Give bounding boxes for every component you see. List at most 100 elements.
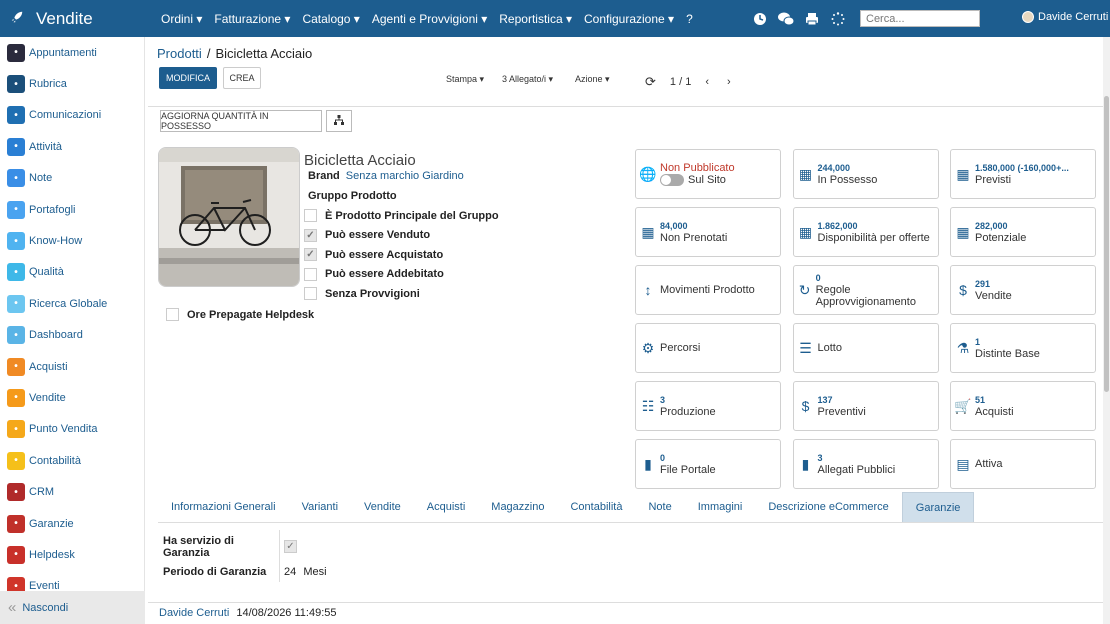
- user-menu[interactable]: Davide Cerruti: [1022, 11, 1108, 23]
- sidebar-item[interactable]: • Contabilità: [0, 445, 144, 476]
- sidebar-item[interactable]: • Rubrica: [0, 68, 144, 99]
- sidebar-item[interactable]: • Helpdesk: [0, 539, 144, 570]
- product-tree-button[interactable]: [326, 110, 352, 132]
- tab[interactable]: Immagini: [685, 492, 756, 522]
- sidebar-item[interactable]: • Attività: [0, 131, 144, 162]
- sidebar-item[interactable]: • Garanzie: [0, 508, 144, 539]
- sidebar-item[interactable]: • Comunicazioni: [0, 100, 144, 131]
- product-checkbox-row[interactable]: ✓ Può essere Venduto: [304, 228, 430, 242]
- smart-button[interactable]: ▮ 3 Allegati Pubblici: [792, 439, 939, 489]
- smart-button[interactable]: ▦ 244,000 In Possesso: [792, 149, 939, 199]
- smart-button[interactable]: $291 Vendite: [950, 265, 1096, 315]
- product-checkbox[interactable]: [304, 267, 317, 281]
- update-quantity-button[interactable]: AGGIORNA QUANTITÀ IN POSSESSO: [160, 110, 322, 132]
- sidebar-item[interactable]: • Vendite: [0, 382, 144, 413]
- smart-button[interactable]: $137 Preventivi: [792, 381, 939, 431]
- product-checkbox[interactable]: [304, 209, 317, 222]
- footer-user[interactable]: Davide Cerruti: [159, 607, 229, 619]
- sidebar-item-label: Portafogli: [29, 203, 76, 216]
- helpdesk-checkbox-row[interactable]: Ore Prepagate Helpdesk: [166, 308, 314, 321]
- smart-button[interactable]: ↕ Movimenti Prodotto: [635, 265, 781, 315]
- tab[interactable]: Garanzie: [901, 492, 975, 522]
- menu-fatturazione[interactable]: Fatturazione ▾: [214, 12, 290, 26]
- tab[interactable]: Vendite: [351, 492, 414, 522]
- warranty-period-value: 24: [284, 566, 297, 578]
- menu-reportistica[interactable]: Reportistica ▾: [499, 12, 572, 26]
- product-checkbox-row[interactable]: ✓ Può essere Acquistato: [304, 248, 443, 262]
- tab[interactable]: Note: [635, 492, 684, 522]
- smart-button[interactable]: ▦ 1.862,000 Disponibilità per offerte: [792, 207, 939, 257]
- product-checkbox[interactable]: ✓: [304, 228, 317, 242]
- smart-button[interactable]: ▦ 282,000 Potenziale: [950, 207, 1096, 257]
- smart-button[interactable]: ▮ 0 File Portale: [635, 439, 781, 489]
- tab[interactable]: Informazioni Generali: [158, 492, 289, 522]
- menu-configurazione[interactable]: Configurazione ▾: [584, 12, 674, 26]
- smart-button[interactable]: 🌐 Non Pubblicato Sul Sito: [635, 149, 781, 199]
- chevron-left-icon[interactable]: ‹: [705, 76, 709, 88]
- tab[interactable]: Varianti: [289, 492, 351, 522]
- clock-icon[interactable]: [752, 11, 768, 27]
- product-image[interactable]: [158, 147, 300, 287]
- sidebar-item[interactable]: • Note: [0, 163, 144, 194]
- menu-agenti-provvigioni[interactable]: Agenti e Provvigioni ▾: [372, 12, 487, 26]
- app-brand[interactable]: Vendite: [0, 9, 145, 29]
- smart-button[interactable]: 🛒 51 Acquisti: [950, 381, 1096, 431]
- sidebar-item-label: Ricerca Globale: [29, 297, 108, 310]
- smart-button-label: Vendite: [975, 290, 1012, 302]
- breadcrumb-parent[interactable]: Prodotti: [157, 46, 202, 61]
- sidebar-item[interactable]: • Acquisti: [0, 351, 144, 382]
- sidebar-item[interactable]: • CRM: [0, 476, 144, 507]
- refresh-icon[interactable]: ⟳: [645, 74, 656, 90]
- helpdesk-checkbox[interactable]: [166, 308, 179, 321]
- product-checkbox[interactable]: ✓: [304, 248, 317, 262]
- sidebar-item[interactable]: • Punto Vendita: [0, 414, 144, 445]
- product-checkbox-row[interactable]: Può essere Addebitato: [304, 267, 444, 281]
- smart-button[interactable]: ▤ Attiva: [950, 439, 1096, 489]
- menu-ordini[interactable]: Ordini ▾: [161, 12, 202, 26]
- dollar-icon: $: [959, 282, 967, 298]
- sidebar-item-label: Garanzie: [29, 517, 74, 530]
- edit-button[interactable]: MODIFICA: [159, 67, 217, 89]
- sidebar-item[interactable]: • Know-How: [0, 225, 144, 256]
- hide-sidebar-button[interactable]: « Nascondi: [0, 591, 145, 624]
- smart-button[interactable]: ☷ 3 Produzione: [635, 381, 781, 431]
- product-checkbox[interactable]: [304, 287, 317, 301]
- menu-help[interactable]: ?: [686, 12, 693, 26]
- smart-button[interactable]: ▦ 84,000 Non Prenotati: [635, 207, 781, 257]
- sidebar-item[interactable]: • Dashboard: [0, 320, 144, 351]
- sidebar-item[interactable]: • Ricerca Globale: [0, 288, 144, 319]
- search-input[interactable]: [860, 10, 980, 27]
- product-checkbox-row[interactable]: Senza Provvigioni: [304, 287, 420, 301]
- scrollbar[interactable]: [1103, 37, 1110, 624]
- create-button[interactable]: CREA: [223, 67, 261, 89]
- tab[interactable]: Acquisti: [414, 492, 479, 522]
- smart-button[interactable]: ⚙ Percorsi: [635, 323, 781, 373]
- sidebar-item[interactable]: • Appuntamenti: [0, 37, 144, 68]
- sidebar-item[interactable]: • Portafogli: [0, 194, 144, 225]
- attachments-dropdown[interactable]: 3 Allegato/i ▾: [502, 74, 553, 85]
- sidebar-item[interactable]: • Qualità: [0, 257, 144, 288]
- warranty-service-checkbox[interactable]: ✓: [284, 540, 305, 553]
- tab[interactable]: Contabilità: [557, 492, 635, 522]
- brand-value[interactable]: Senza marchio Giardino: [346, 170, 464, 182]
- smart-button[interactable]: ☰ Lotto: [792, 323, 939, 373]
- smart-button[interactable]: ⚗ 1 Distinte Base: [950, 323, 1096, 373]
- chat-icon[interactable]: [778, 11, 794, 27]
- smart-button[interactable]: ↻ 0 Regole Approvvigionamento: [792, 265, 939, 315]
- tab[interactable]: Descrizione eCommerce: [755, 492, 901, 522]
- product-checkbox-row[interactable]: È Prodotto Principale del Gruppo: [304, 209, 499, 222]
- smart-button[interactable]: ▦ 1.580,000 (-160,000+... Previsti: [950, 149, 1096, 199]
- smart-button-value: 244,000: [817, 163, 851, 173]
- action-dropdown[interactable]: Azione ▾: [575, 74, 610, 85]
- smart-button-label: Regole Approvvigionamento: [815, 284, 916, 308]
- toggle-switch[interactable]: [660, 174, 684, 186]
- sidebar-item-label: CRM: [29, 486, 55, 499]
- menu-catalogo[interactable]: Catalogo ▾: [302, 12, 359, 26]
- smart-button-value: 1.862,000: [817, 221, 858, 231]
- chevron-right-icon[interactable]: ›: [727, 76, 731, 88]
- dollar-icon: $: [801, 398, 810, 414]
- printer-icon[interactable]: [804, 11, 820, 27]
- print-dropdown[interactable]: Stampa ▾: [446, 74, 484, 85]
- tab[interactable]: Magazzino: [478, 492, 557, 522]
- scrollbar-thumb[interactable]: [1104, 96, 1109, 392]
